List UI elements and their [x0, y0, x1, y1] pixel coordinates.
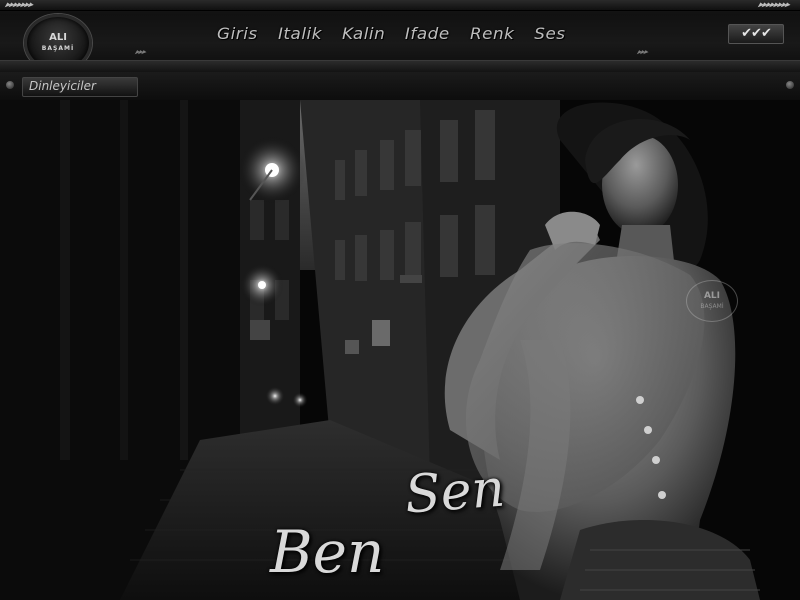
menu-item-renk[interactable]: Renk	[470, 24, 514, 48]
menu-bar: Giris Italik Kalin Ifade Renk Ses	[217, 24, 587, 48]
background-photo: ALI BAŞAMİ	[0, 100, 800, 600]
chevron-small-left: ▶▶▶	[133, 48, 148, 56]
watermark-badge: ALI BAŞAMİ	[686, 280, 738, 322]
menu-item-ses[interactable]: Ses	[534, 24, 565, 48]
menu-item-giris[interactable]: Giris	[217, 24, 258, 48]
screw-icon	[786, 81, 794, 89]
check-icons[interactable]: ✔✔✔	[728, 24, 784, 44]
screw-icon	[6, 81, 14, 89]
menu-item-kalin[interactable]: Kalin	[342, 24, 385, 48]
alley-scene-graphic	[0, 100, 800, 600]
chevron-decoration-left: ▶▶▶▶▶▶▶	[3, 0, 36, 9]
menu-item-italik[interactable]: Italik	[278, 24, 322, 48]
top-rail	[0, 0, 800, 11]
chat-skin: ▶▶▶▶▶▶▶ ▶▶▶▶▶▶▶▶ ▶▶▶ ▶▶▶ ALI BAŞAMİ Giri…	[0, 0, 800, 600]
logo-bottom-text: BAŞAMİ	[41, 45, 75, 52]
top-bar: ▶▶▶▶▶▶▶ ▶▶▶▶▶▶▶▶ ▶▶▶ ▶▶▶ ALI BAŞAMİ Giri…	[0, 0, 800, 73]
chevron-small-right: ▶▶▶	[635, 48, 650, 56]
listeners-button[interactable]: Dinleyiciler	[22, 77, 138, 97]
title-ben: Ben	[270, 518, 385, 586]
logo-top-text: ALI	[49, 32, 67, 43]
watermark-bottom: BAŞAMİ	[700, 303, 724, 310]
chevron-decoration-right: ▶▶▶▶▶▶▶▶	[757, 0, 793, 9]
watermark-top: ALI	[703, 291, 721, 301]
title-sen: Sen	[403, 458, 507, 526]
menu-item-ifade[interactable]: Ifade	[405, 24, 450, 48]
